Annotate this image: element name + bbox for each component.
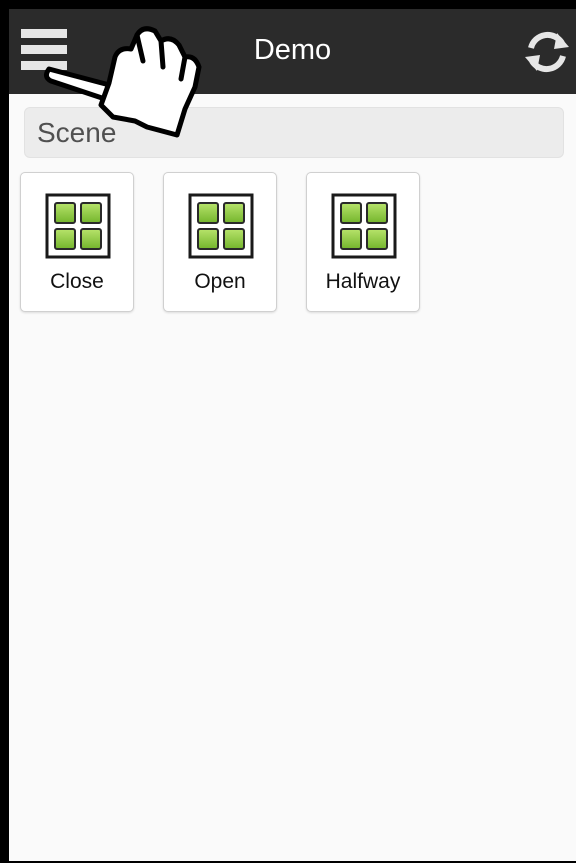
scene-section-label: Scene	[37, 117, 117, 148]
refresh-icon[interactable]	[522, 27, 572, 77]
scene-tile-close[interactable]: Close	[20, 172, 134, 312]
scene-grid-icon	[331, 193, 397, 259]
scene-tile-label: Halfway	[325, 270, 401, 293]
scene-tile-open[interactable]: Open	[163, 172, 277, 312]
top-navigation-bar: Demo	[9, 9, 576, 94]
scene-tile-label: Open	[194, 270, 246, 293]
scene-tile-halfway[interactable]: Halfway	[306, 172, 420, 312]
scene-tile-label: Close	[50, 270, 104, 293]
app-frame: Demo Scene Close Open Halfway	[0, 0, 576, 863]
scene-section-header: Scene	[24, 107, 564, 158]
scene-grid-icon	[45, 193, 111, 259]
page-title: Demo	[253, 34, 332, 66]
scene-grid-icon	[188, 193, 254, 259]
